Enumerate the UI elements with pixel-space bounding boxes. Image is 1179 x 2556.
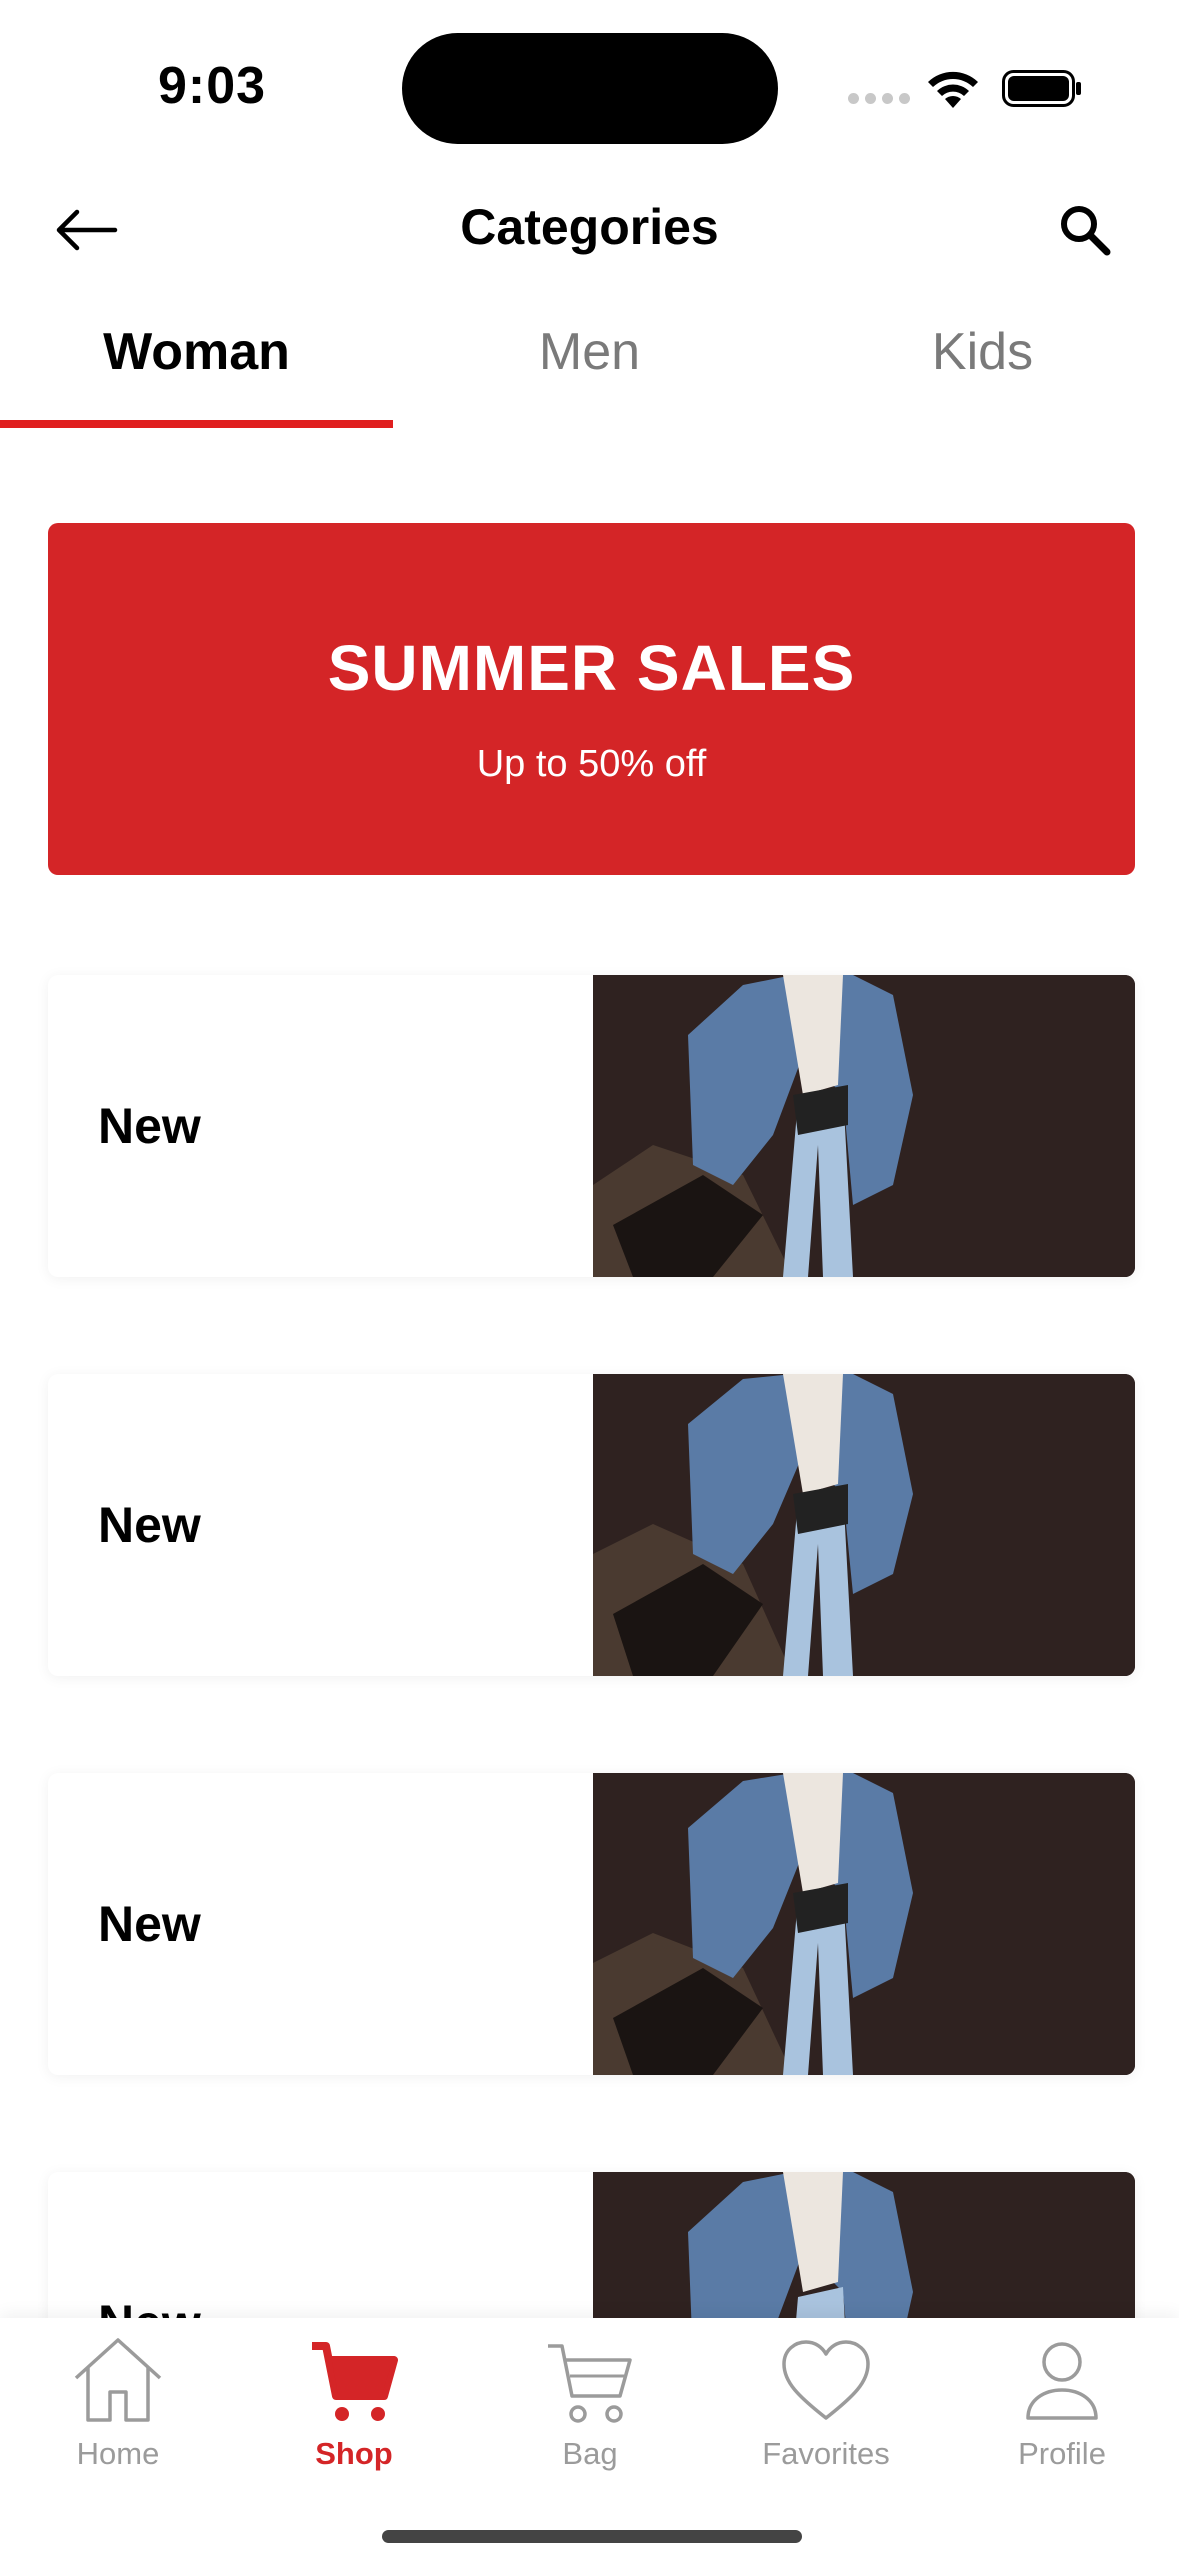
nav-item-bag[interactable]: Bag [500,2334,680,2472]
battery-icon [1002,70,1081,107]
category-label: New [98,1098,201,1154]
category-card[interactable]: New [48,1374,1135,1676]
category-card[interactable]: New [48,1773,1135,2075]
nav-label: Favorites [762,2436,890,2471]
nav-item-favorites[interactable]: Favorites [736,2334,916,2472]
app-header: Categories [0,170,1179,290]
category-image [593,1773,1135,2075]
bag-cart-icon [548,2344,632,2423]
category-label: New [98,1497,201,1553]
profile-icon [1026,2342,1098,2420]
wifi-icon [928,71,978,108]
summer-sales-banner[interactable]: SUMMER SALES Up to 50% off [48,523,1135,875]
category-image [593,975,1135,1277]
search-button[interactable] [1050,195,1120,265]
tab-men[interactable]: Men [393,300,786,430]
status-time: 9:03 [158,57,267,115]
status-bar: 9:03 [0,0,1179,160]
search-icon [1061,206,1111,256]
dynamic-island [402,33,778,144]
nav-item-profile[interactable]: Profile [972,2334,1152,2472]
category-card[interactable]: New [48,975,1135,1277]
nav-item-home[interactable]: Home [28,2334,208,2472]
home-indicator[interactable] [382,2530,802,2543]
nav-item-shop[interactable]: Shop [264,2334,444,2472]
nav-label: Shop [315,2436,393,2471]
cart-icon [312,2342,398,2421]
tab-woman[interactable]: Woman [0,300,393,430]
nav-label: Home [76,2436,160,2471]
tab-kids[interactable]: Kids [786,300,1179,430]
nav-label: Bag [562,2436,618,2471]
page-title: Categories [460,199,719,255]
banner-title: SUMMER SALES [327,632,856,704]
heart-icon [782,2340,870,2420]
banner-subtitle: Up to 50% off [476,743,707,785]
cellular-signal-icon [848,93,910,104]
category-image [593,1374,1135,1676]
bottom-navigation: Home Shop Bag Favorites Profile [0,2318,1179,2556]
nav-label: Profile [1018,2436,1106,2471]
home-icon [74,2338,162,2422]
category-tabs: Woman Men Kids [0,300,1179,430]
category-label: New [98,1896,201,1952]
